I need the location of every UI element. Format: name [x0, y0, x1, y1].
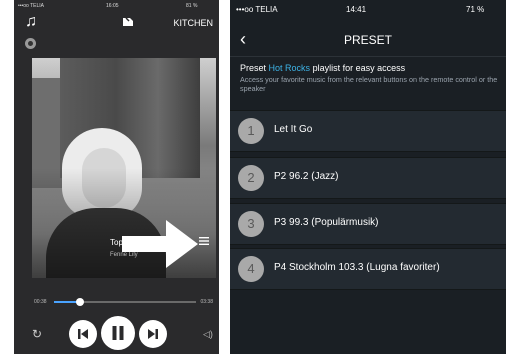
status-carrier: •••oo TELIA	[18, 3, 45, 9]
repeat-icon[interactable]: ↻	[32, 327, 42, 341]
divider	[230, 56, 506, 57]
previous-icon	[78, 329, 88, 339]
preset-item-3[interactable]: 3 P3 99.3 (Populärmusik)	[230, 203, 506, 245]
header-pre: Preset	[240, 63, 267, 73]
volume-icon[interactable]: ◁)	[203, 329, 213, 340]
header-post: playlist for easy access	[312, 63, 406, 73]
next-button[interactable]	[139, 320, 167, 348]
arrow-right-icon	[122, 220, 198, 268]
preset-number: 1	[238, 118, 264, 144]
preset-number: 3	[238, 211, 264, 237]
progress-knob[interactable]	[75, 298, 84, 306]
next-icon	[148, 329, 158, 339]
status-bar: •••oo TELIA 14:41 71 %	[230, 5, 506, 19]
preset-label: P4 Stockholm 103.3 (Lugna favoriter)	[274, 262, 440, 273]
preset-item-1[interactable]: 1 Let It Go	[230, 110, 506, 152]
status-time: 14:41	[346, 5, 367, 14]
preset-number: 2	[238, 165, 264, 191]
preset-item-2[interactable]: 2 P2 96.2 (Jazz)	[230, 157, 506, 199]
source-icon[interactable]	[25, 38, 36, 49]
pause-icon	[112, 326, 124, 340]
preset-label: Let It Go	[274, 124, 313, 135]
preset-description: Access your favorite music from the rele…	[240, 75, 498, 93]
progress-bar[interactable]	[54, 298, 196, 306]
preset-label: P3 99.3 (Populärmusik)	[274, 217, 379, 228]
status-bar: •••oo TELIA 16:05 81 %	[14, 3, 219, 13]
preset-item-4[interactable]: 4 P4 Stockholm 103.3 (Lugna favoriter)	[230, 248, 506, 290]
preset-screen: •••oo TELIA 14:41 71 % ‹ PRESET Preset H…	[230, 0, 506, 354]
player-screen: •••oo TELIA 16:05 81 % ♫ KITCHEN Top Fen…	[14, 0, 219, 354]
pause-button[interactable]	[101, 316, 135, 350]
preset-header: Preset Hot Rocks playlist for easy acces…	[240, 63, 502, 73]
time-total: 03:38	[200, 299, 213, 305]
playlist-name: Hot Rocks	[268, 63, 311, 73]
speaker-icon[interactable]	[120, 14, 136, 30]
previous-button[interactable]	[69, 320, 97, 348]
preset-number: 4	[238, 256, 264, 282]
playlist-icon[interactable]	[199, 236, 209, 246]
song-title: Top	[110, 238, 123, 247]
status-time: 16:05	[106, 3, 119, 9]
status-battery: 71 %	[466, 5, 485, 14]
time-elapsed: 00:38	[34, 299, 47, 305]
status-battery: 81 %	[186, 3, 198, 9]
preset-label: P2 96.2 (Jazz)	[274, 171, 339, 182]
music-note-icon[interactable]: ♫	[25, 13, 41, 31]
room-name[interactable]: KITCHEN	[173, 18, 213, 28]
page-title: PRESET	[343, 33, 392, 47]
status-carrier: •••oo TELIA	[236, 5, 278, 14]
